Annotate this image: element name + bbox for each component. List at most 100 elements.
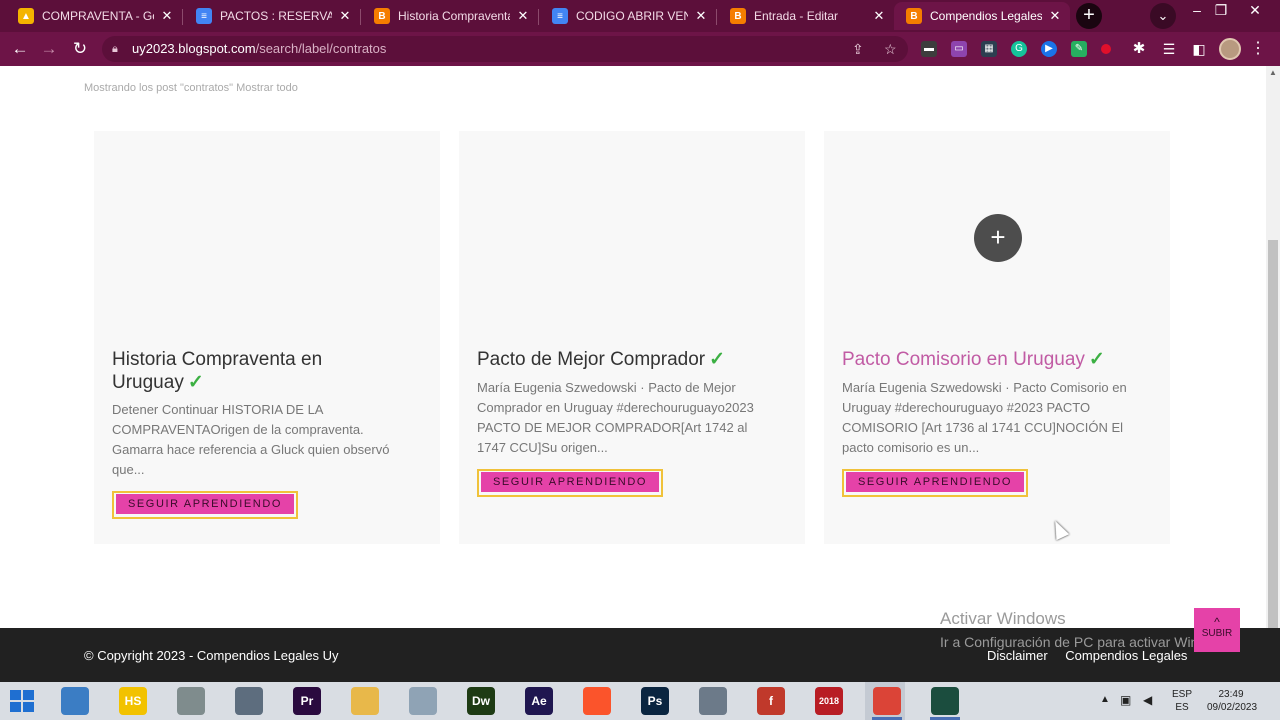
after-effects-icon[interactable]: Ae: [525, 687, 553, 715]
plus-icon[interactable]: +: [974, 214, 1022, 262]
close-icon[interactable]: ✕: [338, 8, 352, 24]
extension-icon[interactable]: ▶: [1041, 41, 1057, 57]
hs-app-icon[interactable]: HS: [119, 687, 147, 715]
post-title[interactable]: Pacto Comisorio en Uruguay ✓: [842, 348, 1142, 371]
browser-tab-bar: ▲ COMPRAVENTA - Goog ✕ ≡ PACTOS : RESERV…: [0, 0, 1280, 32]
google-drive-icon: ▲: [18, 8, 34, 24]
language-indicator[interactable]: ESP ES: [1172, 688, 1192, 720]
chrome-icon[interactable]: [873, 687, 901, 715]
read-more-button[interactable]: SEGUIR APRENDIENDO: [481, 472, 659, 492]
tab-title: PACTOS : RESERVA DE I: [220, 9, 332, 23]
calculator-icon[interactable]: [409, 687, 437, 715]
scrollbar-thumb[interactable]: [1268, 240, 1278, 628]
post-excerpt: María Eugenia Szwedowski · Pacto Comisor…: [842, 380, 1127, 455]
scroll-up-icon[interactable]: ▲: [1269, 68, 1277, 77]
tab-search-button[interactable]: ⌄: [1150, 3, 1176, 29]
system-clock[interactable]: 23:49 09/02/2023: [1207, 688, 1258, 720]
photoshop-icon[interactable]: Ps: [641, 687, 669, 715]
footer-link-disclaimer[interactable]: Disclaimer: [987, 648, 1048, 663]
close-icon[interactable]: ✕: [1048, 8, 1062, 24]
back-icon[interactable]: ←: [9, 38, 31, 60]
tab-historia[interactable]: B Historia Compraventa e ✕: [362, 2, 539, 30]
close-icon[interactable]: ✕: [872, 8, 886, 24]
checkmark-icon: ✓: [709, 349, 726, 370]
control-panel-icon[interactable]: [61, 687, 89, 715]
premiere-icon[interactable]: Pr: [293, 687, 321, 715]
tab-title: CODIGO ABRIR VENTAN: [576, 9, 688, 23]
activate-windows-title: Activar Windows: [940, 609, 1066, 628]
reload-icon[interactable]: ↻: [69, 38, 91, 60]
read-more-button[interactable]: SEGUIR APRENDIENDO: [846, 472, 1024, 492]
close-icon[interactable]: ✕: [694, 8, 708, 24]
tools-icon[interactable]: [177, 687, 205, 715]
tray-chevron-icon[interactable]: ▲: [1100, 694, 1110, 720]
read-more-button-wrap: SEGUIR APRENDIENDO: [112, 491, 298, 519]
filmora-icon[interactable]: [931, 687, 959, 715]
address-bar[interactable]: 🔒︎ uy2023.blogspot.com/search/label/cont…: [102, 36, 908, 62]
file-explorer-icon[interactable]: [351, 687, 379, 715]
post-excerpt: María Eugenia Szwedowski · Pacto de Mejo…: [477, 380, 754, 455]
page-scrollbar[interactable]: ▲: [1266, 66, 1280, 628]
windows-taskbar: HS Pr Dw Ae Ps f 2018 ▲ ▣ ◀ ESP ES 23:49 09/02…: [0, 682, 1280, 720]
network-tool-icon[interactable]: [699, 687, 727, 715]
extension-icon[interactable]: ▭: [951, 41, 967, 57]
post-excerpt: Detener Continuar HISTORIA DE LA COMPRAV…: [112, 402, 390, 477]
side-panel-icon[interactable]: ◧: [1188, 38, 1210, 60]
extension-icon[interactable]: ▬: [921, 41, 937, 57]
scroll-top-button[interactable]: ^ SUBIR: [1194, 608, 1240, 652]
tab-title: Compendios Legales U: [930, 9, 1042, 23]
tab-compraventa[interactable]: ▲ COMPRAVENTA - Goog ✕: [6, 2, 183, 30]
browser-toolbar: ← → ↻ 🔒︎ uy2023.blogspot.com/search/labe…: [0, 32, 1280, 66]
window-close-icon[interactable]: ✕: [1240, 0, 1270, 32]
record-icon[interactable]: [1101, 44, 1111, 54]
browser-menu-icon[interactable]: ⋮: [1250, 38, 1266, 60]
blogger-icon: B: [374, 8, 390, 24]
post-title-text: Historia Compraventa en Uruguay: [112, 349, 323, 393]
dreamweaver-icon[interactable]: Dw: [467, 687, 495, 715]
flash-icon[interactable]: f: [757, 687, 785, 715]
label-status-message: Mostrando los post "contratos" Mostrar t…: [84, 82, 298, 94]
tab-title: COMPRAVENTA - Goog: [42, 9, 154, 23]
app-2018-icon[interactable]: 2018: [815, 687, 843, 715]
close-icon[interactable]: ✕: [516, 8, 530, 24]
window-app-icon[interactable]: [235, 687, 263, 715]
restore-icon[interactable]: ❐: [1206, 0, 1236, 32]
footer-copyright: © Copyright 2023 - Compendios Legales Uy: [84, 648, 339, 663]
read-more-button[interactable]: SEGUIR APRENDIENDO: [116, 494, 294, 514]
share-icon[interactable]: ⇪: [852, 36, 864, 62]
url-path: /search/label/contratos: [255, 41, 387, 56]
read-more-button-wrap: SEGUIR APRENDIENDO: [842, 469, 1028, 497]
google-docs-icon: ≡: [552, 8, 568, 24]
extension-icon[interactable]: ▦: [981, 41, 997, 57]
network-icon[interactable]: ▣: [1120, 693, 1131, 720]
tab-compendios-active[interactable]: B Compendios Legales U ✕: [894, 2, 1070, 30]
clock-date: 09/02/2023: [1207, 702, 1258, 713]
profile-avatar[interactable]: [1219, 38, 1241, 60]
post-title[interactable]: Pacto de Mejor Comprador ✓: [477, 348, 777, 371]
footer-link-compendios[interactable]: Compendios Legales: [1065, 648, 1187, 663]
volume-icon[interactable]: ◀: [1143, 693, 1152, 720]
windows-start-icon[interactable]: [10, 690, 34, 712]
tab-separator: [538, 9, 539, 25]
checkmark-icon: ✓: [187, 372, 204, 393]
extensions-puzzle-icon[interactable]: ✱: [1128, 38, 1150, 60]
reading-list-icon[interactable]: ☰: [1158, 38, 1180, 60]
post-card: Historia Compraventa en Uruguay ✓ Detener…: [94, 131, 440, 544]
post-title-text: Pacto de Mejor Comprador: [477, 349, 706, 370]
post-title[interactable]: Historia Compraventa en Uruguay ✓: [112, 348, 412, 394]
bookmark-star-icon[interactable]: ☆: [884, 36, 897, 62]
blogger-icon: B: [906, 8, 922, 24]
tab-title: Entrada - Editar: [754, 9, 839, 23]
close-icon[interactable]: ✕: [160, 8, 174, 24]
extension-icon[interactable]: ✎: [1071, 41, 1087, 57]
new-tab-button[interactable]: +: [1076, 3, 1102, 29]
language-bottom: ES: [1175, 702, 1189, 713]
forward-icon[interactable]: →: [38, 38, 60, 60]
url-host: uy2023.blogspot.com: [132, 41, 256, 56]
tab-entrada[interactable]: B Entrada - Editar ✕: [718, 2, 894, 30]
brave-icon[interactable]: [583, 687, 611, 715]
tab-separator: [716, 9, 717, 25]
tab-codigo[interactable]: ≡ CODIGO ABRIR VENTAN ✕: [540, 2, 717, 30]
tab-pactos[interactable]: ≡ PACTOS : RESERVA DE I ✕: [184, 2, 361, 30]
grammarly-icon[interactable]: G: [1011, 41, 1027, 57]
